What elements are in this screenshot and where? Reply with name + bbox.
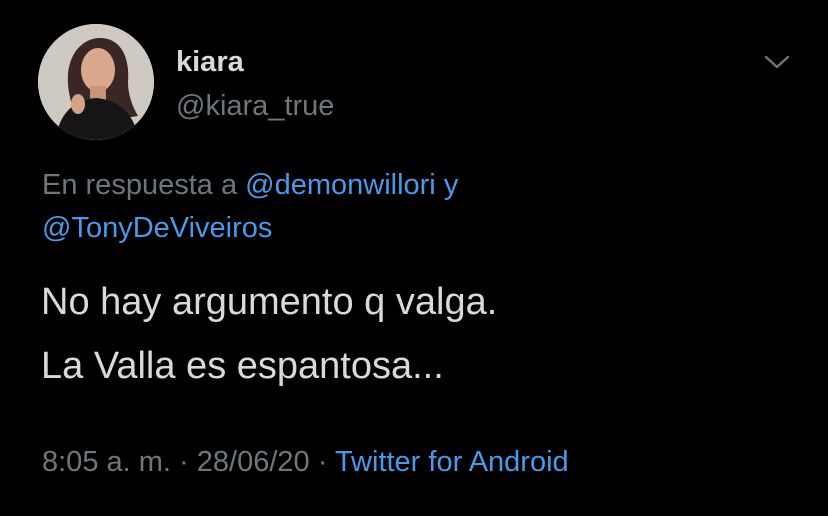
tweet-text-line: No hay argumento q valga. [41,281,498,323]
reply-prefix: En respuesta a [42,169,238,201]
avatar[interactable] [38,24,154,140]
tweet-meta: 8:05 a. m. · 28/06/20 · Twitter for Andr… [42,443,569,481]
tweet-text-line: La Valla es espantosa... [41,345,444,387]
avatar-photo [38,24,154,140]
reply-context: En respuesta a @demonwillori y @TonyDeVi… [42,164,782,250]
mention-link-demonwillori[interactable]: @demonwillori [245,169,436,201]
tweet-text: No hay argumento q valga. La Valla es es… [41,270,801,398]
mention-link-tonydeviveiros[interactable]: @TonyDeViveiros [42,212,272,244]
meta-separator: · [179,446,189,478]
author-display-name[interactable]: kiara [176,44,244,80]
tweet-detail: kiara @kiara_true En respuesta a @demonw… [0,0,828,516]
chevron-down-icon[interactable] [763,52,791,72]
tweet-date[interactable]: 28/06/20 [197,446,310,478]
meta-separator: · [317,446,328,478]
tweet-source-link[interactable]: Twitter for Android [335,446,569,478]
author-handle[interactable]: @kiara_true [176,88,334,124]
reply-conjunction: y [443,169,459,201]
tweet-time[interactable]: 8:05 a. m. [42,446,171,478]
